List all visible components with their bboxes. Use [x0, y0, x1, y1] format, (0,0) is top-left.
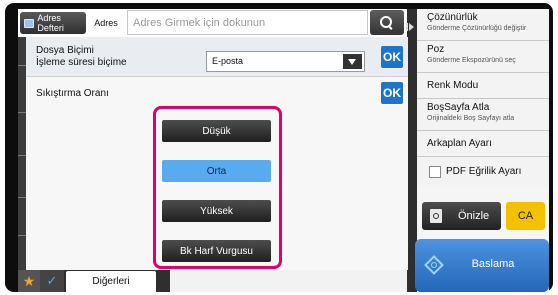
- checkmark-icon: ✓: [46, 273, 58, 288]
- file-format-value: E-posta: [212, 56, 244, 66]
- strip-divider: [18, 155, 26, 156]
- start-label: Baslama: [471, 258, 515, 270]
- device-frame: Adres Defteri Adres Adres Girmek için do…: [5, 3, 553, 292]
- blank-page-skip-item[interactable]: BoşSayfa Atla Orijinaldeki Boş Sayfayı a…: [417, 99, 549, 131]
- file-format-label-line2: İşleme süresi biçime: [36, 57, 127, 68]
- address-book-label: Adres Defteri: [37, 13, 64, 33]
- resolution-title: Çözünürlük: [427, 12, 478, 23]
- exposure-subtitle: Gönderme Ekspozürünü seç: [427, 57, 516, 64]
- favorites-tab[interactable]: ★: [18, 270, 40, 292]
- search-icon: [380, 15, 394, 30]
- address-bar: Adres Defteri Adres Adres Girmek için do…: [18, 9, 414, 37]
- settings-panel: Dosya Biçimi İşleme süresi biçime E-post…: [26, 37, 408, 270]
- color-mode-title: Renk Modu: [427, 80, 479, 91]
- others-tab[interactable]: Diğerleri: [66, 271, 156, 292]
- option-text-emphasis-button[interactable]: Bk Harf Vurgusu: [162, 240, 271, 262]
- start-button[interactable]: Baslama: [415, 239, 549, 292]
- compression-ratio-label: Sıkıştırma Oranı: [36, 88, 109, 99]
- background-adjust-item[interactable]: Arkaplan Ayarı: [417, 131, 549, 157]
- screen: Adres Defteri Adres Adres Girmek için do…: [18, 9, 549, 292]
- clear-all-button[interactable]: CA: [506, 202, 545, 230]
- bottom-tab-bar: ★ ✓ Diğerleri: [18, 270, 170, 292]
- strip-divider: [18, 197, 26, 198]
- expand-arrow-icon: [406, 23, 414, 31]
- address-book-button[interactable]: Adres Defteri: [20, 12, 86, 34]
- address-book-icon: [24, 18, 35, 28]
- file-format-label-line1: Dosya Biçimi: [36, 45, 94, 56]
- strip-divider: [18, 235, 26, 236]
- option-low-button[interactable]: Düşük: [162, 120, 271, 142]
- preview-label: Önizle: [458, 210, 490, 222]
- file-format-ok-button[interactable]: OK: [381, 46, 403, 68]
- pdf-skew-label: PDF Eğrilik Ayarı: [446, 166, 522, 177]
- chevron-down-icon: [348, 59, 356, 65]
- checked-settings-tab[interactable]: ✓: [40, 270, 64, 292]
- dropdown-button[interactable]: [343, 54, 362, 69]
- exposure-title: Poz: [427, 44, 445, 55]
- compression-ok-button[interactable]: OK: [381, 82, 403, 104]
- pdf-skew-checkbox[interactable]: [429, 166, 441, 178]
- address-label: Adres: [94, 18, 118, 28]
- exposure-item[interactable]: Poz Gönderme Ekspozürünü seç: [417, 41, 549, 73]
- option-high-button[interactable]: Yüksek: [162, 200, 271, 222]
- search-button[interactable]: [370, 10, 404, 35]
- resolution-item[interactable]: Çözünürlük Gönderme Çözünürlüğü değiştir: [417, 9, 549, 41]
- resolution-subtitle: Gönderme Çözünürlüğü değiştir: [427, 25, 527, 32]
- compression-options-highlight: Düşük Orta Yüksek Bk Harf Vurgusu: [153, 106, 282, 269]
- file-format-row: Dosya Biçimi İşleme süresi biçime E-post…: [26, 37, 408, 77]
- strip-divider: [18, 65, 26, 66]
- preview-icon: [430, 209, 442, 223]
- star-icon: ★: [22, 272, 36, 289]
- blank-page-skip-title: BoşSayfa Atla: [427, 102, 490, 113]
- preview-button[interactable]: Önizle: [422, 202, 501, 230]
- address-input[interactable]: Adres Girmek için dokunun: [127, 10, 368, 35]
- file-format-select[interactable]: E-posta: [206, 51, 365, 72]
- background-adjust-title: Arkaplan Ayarı: [427, 138, 492, 149]
- option-medium-button[interactable]: Orta: [162, 160, 271, 182]
- right-settings-column: Çözünürlük Gönderme Çözünürlüğü değiştir…: [415, 9, 549, 292]
- blank-page-skip-subtitle: Orijinaldeki Boş Sayfayı atla: [427, 115, 515, 122]
- strip-divider: [18, 112, 26, 113]
- file-format-label: Dosya Biçimi İşleme süresi biçime: [36, 45, 127, 69]
- left-tab-strip[interactable]: [18, 37, 26, 270]
- color-mode-item[interactable]: Renk Modu: [417, 73, 549, 99]
